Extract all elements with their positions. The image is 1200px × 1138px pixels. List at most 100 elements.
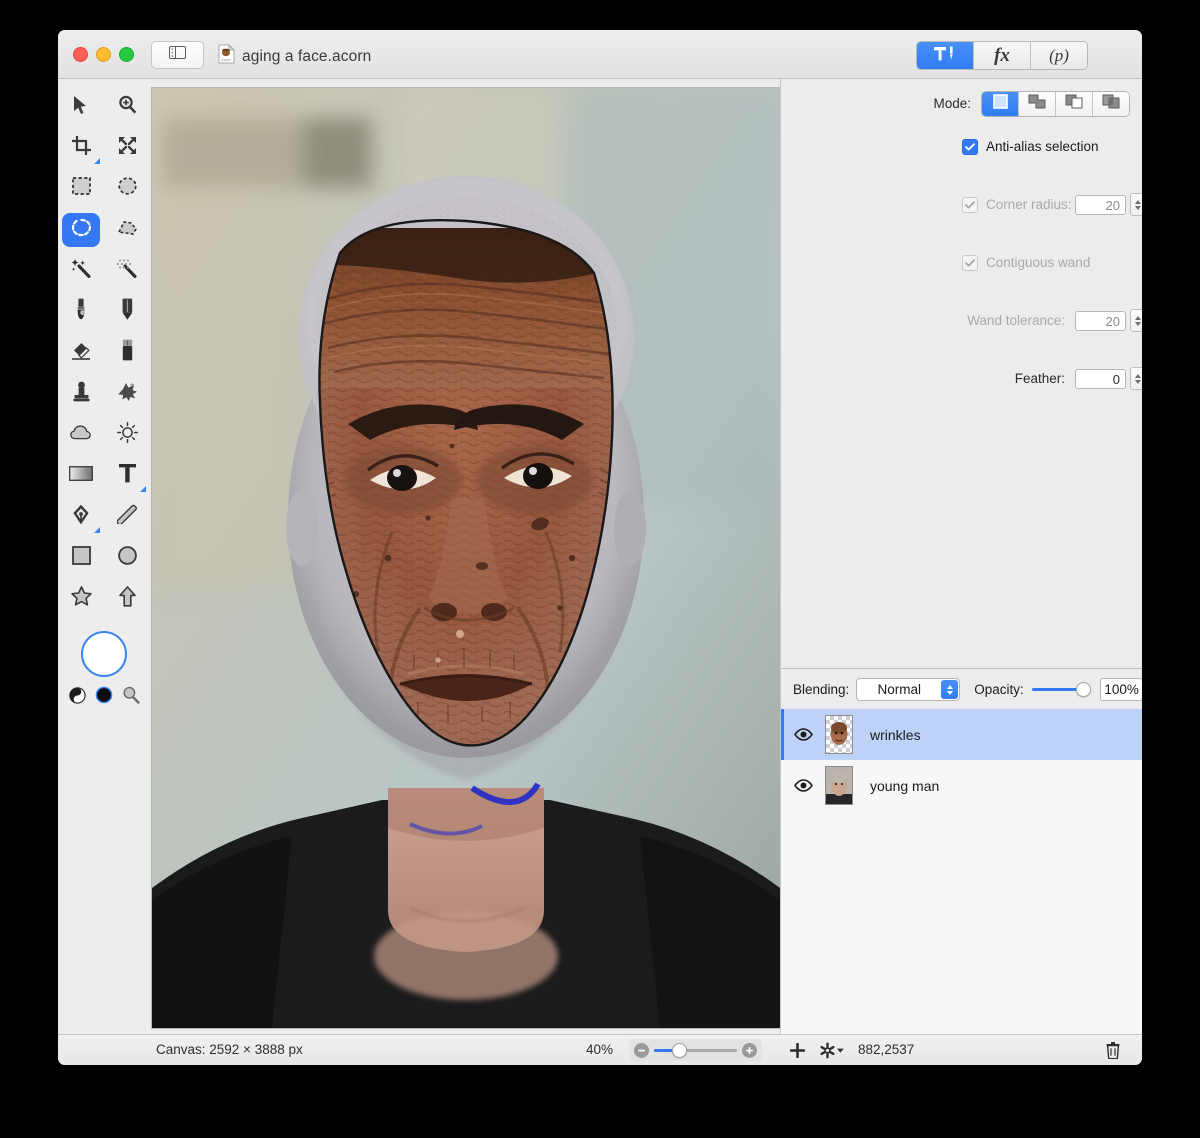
mode-intersect[interactable]: [1093, 91, 1129, 116]
layer-name[interactable]: young man: [870, 778, 939, 794]
corner-radius-label: Corner radius:: [986, 197, 1072, 212]
close-button[interactable]: [73, 47, 88, 62]
palettes-inspector-tab[interactable]: (p): [1031, 42, 1087, 69]
paint-brush-tool[interactable]: [58, 291, 104, 332]
crop-tool-submenu-indicator[interactable]: [94, 158, 100, 164]
mode-subtract[interactable]: [1056, 91, 1093, 116]
star-shape-tool[interactable]: [58, 578, 104, 619]
bezier-pen-tool[interactable]: [58, 496, 104, 537]
gradient-tool[interactable]: [58, 455, 104, 496]
pencil-tool[interactable]: [104, 291, 150, 332]
corner-radius-input[interactable]: 20: [1075, 194, 1126, 215]
blending-mode-select[interactable]: Normal: [856, 678, 961, 701]
text-t-icon: [118, 463, 137, 488]
status-bar: Canvas: 2592 × 3888 px 40% 882,2537: [58, 1034, 1142, 1065]
clone-stamp-tool[interactable]: [58, 373, 104, 414]
wand-tolerance-input[interactable]: 20: [1075, 310, 1126, 331]
layer-list[interactable]: wrinkles young man: [781, 709, 1142, 1034]
layer-wrinkles[interactable]: wrinkles: [781, 709, 1142, 760]
feather-stepper[interactable]: [1130, 367, 1142, 390]
loupe-magnifier-icon[interactable]: [122, 686, 140, 709]
arrow-shape-tool[interactable]: [104, 578, 150, 619]
gradient-icon: [69, 465, 93, 486]
feather-input[interactable]: 0: [1075, 368, 1126, 389]
foreground-color-swatch[interactable]: [81, 631, 127, 677]
document-title[interactable]: Acorn aging a face.acorn: [218, 43, 372, 69]
layer-visibility-toggle[interactable]: [781, 728, 825, 741]
polygon-selection-tool[interactable]: [104, 209, 150, 250]
crop-tool[interactable]: [58, 127, 104, 168]
marker-tool[interactable]: [104, 332, 150, 373]
opacity-slider-knob[interactable]: [1076, 682, 1092, 697]
p-icon: (p): [1049, 45, 1069, 65]
zoom-button[interactable]: [119, 47, 134, 62]
ellipse-shape-tool[interactable]: [104, 537, 150, 578]
dashed-rectangle-icon: [71, 177, 91, 200]
contiguous-wand-label: Contiguous wand: [986, 255, 1091, 270]
line-tool[interactable]: [104, 496, 150, 537]
corner-radius-checkbox[interactable]: [962, 196, 978, 213]
line-icon: [116, 504, 138, 529]
wand-tolerance-stepper[interactable]: [1130, 309, 1142, 332]
sidebar-toggle-button[interactable]: [151, 41, 204, 69]
elliptical-selection-tool[interactable]: [104, 168, 150, 209]
magnifier-plus-icon: [118, 95, 137, 119]
minimize-button[interactable]: [96, 47, 111, 62]
layer-visibility-toggle[interactable]: [781, 779, 825, 792]
color-palette-icon[interactable]: [68, 686, 86, 709]
window-content: Mode: Anti-alias selection Corner radius…: [58, 79, 1142, 1034]
healing-brush-tool[interactable]: [104, 373, 150, 414]
black-color-dot-icon[interactable]: [95, 686, 113, 709]
lasso-selection-tool[interactable]: [58, 209, 104, 250]
opacity-slider[interactable]: [1031, 682, 1092, 697]
layer-name[interactable]: wrinkles: [870, 727, 921, 743]
canvas-area[interactable]: [150, 79, 781, 1034]
fx-icon: fx: [994, 44, 1010, 66]
zoom-in-icon[interactable]: [742, 1042, 757, 1058]
zoom-slider-track[interactable]: [654, 1042, 737, 1058]
select-similar-tool[interactable]: [104, 250, 150, 291]
zoom-slider-control[interactable]: [629, 1039, 762, 1061]
canvas-frame[interactable]: [151, 87, 781, 1029]
document-title-label: aging a face.acorn: [242, 47, 372, 65]
marker-icon: [121, 339, 134, 366]
contiguous-wand-checkbox[interactable]: [962, 254, 978, 271]
canvas-image[interactable]: [152, 88, 780, 1028]
opacity-input[interactable]: 100%: [1100, 678, 1142, 701]
tool-palette: [58, 79, 151, 1034]
intersect-selection-icon: [1102, 94, 1120, 114]
pen-tool-submenu-indicator[interactable]: [94, 527, 100, 533]
corner-radius-stepper[interactable]: [1130, 193, 1142, 216]
mode-add[interactable]: [1019, 91, 1056, 116]
layer-thumbnail: [825, 766, 853, 805]
transform-tool[interactable]: [104, 127, 150, 168]
move-tool[interactable]: [58, 86, 104, 127]
zoom-out-icon[interactable]: [634, 1042, 649, 1058]
layer-young-man[interactable]: young man: [781, 760, 1142, 811]
move-arrows-icon: [118, 136, 137, 160]
add-selection-icon: [1028, 94, 1046, 114]
rectangular-selection-tool[interactable]: [58, 168, 104, 209]
sidebar-toggle-icon: [169, 46, 186, 64]
text-tool[interactable]: [104, 455, 150, 496]
eraser-tool[interactable]: [58, 332, 104, 373]
dodge-tool[interactable]: [104, 414, 150, 455]
mode-label: Mode:: [933, 96, 971, 111]
filters-inspector-tab[interactable]: fx: [974, 42, 1031, 69]
mode-replace[interactable]: [982, 91, 1019, 116]
anti-alias-checkbox[interactable]: [962, 138, 978, 155]
magic-wand-tool[interactable]: [58, 250, 104, 291]
delete-layer-button[interactable]: [1106, 1042, 1120, 1064]
blur-tool[interactable]: [58, 414, 104, 455]
zoom-slider-knob[interactable]: [672, 1042, 688, 1058]
add-layer-button[interactable]: [789, 1042, 806, 1064]
text-tool-submenu-indicator[interactable]: [140, 486, 146, 492]
window-titlebar: Acorn aging a face.acorn fx (p): [58, 30, 1142, 79]
inspector-panel: Mode: Anti-alias selection Corner radius…: [780, 79, 1142, 1034]
layers-toolbar: Blending: Normal Opacity: 100%: [781, 668, 1142, 710]
tools-inspector-tab[interactable]: [917, 42, 974, 69]
zoom-tool[interactable]: [104, 86, 150, 127]
rectangle-shape-tool[interactable]: [58, 537, 104, 578]
layer-settings-button[interactable]: [819, 1042, 845, 1064]
star-icon: [70, 586, 92, 611]
